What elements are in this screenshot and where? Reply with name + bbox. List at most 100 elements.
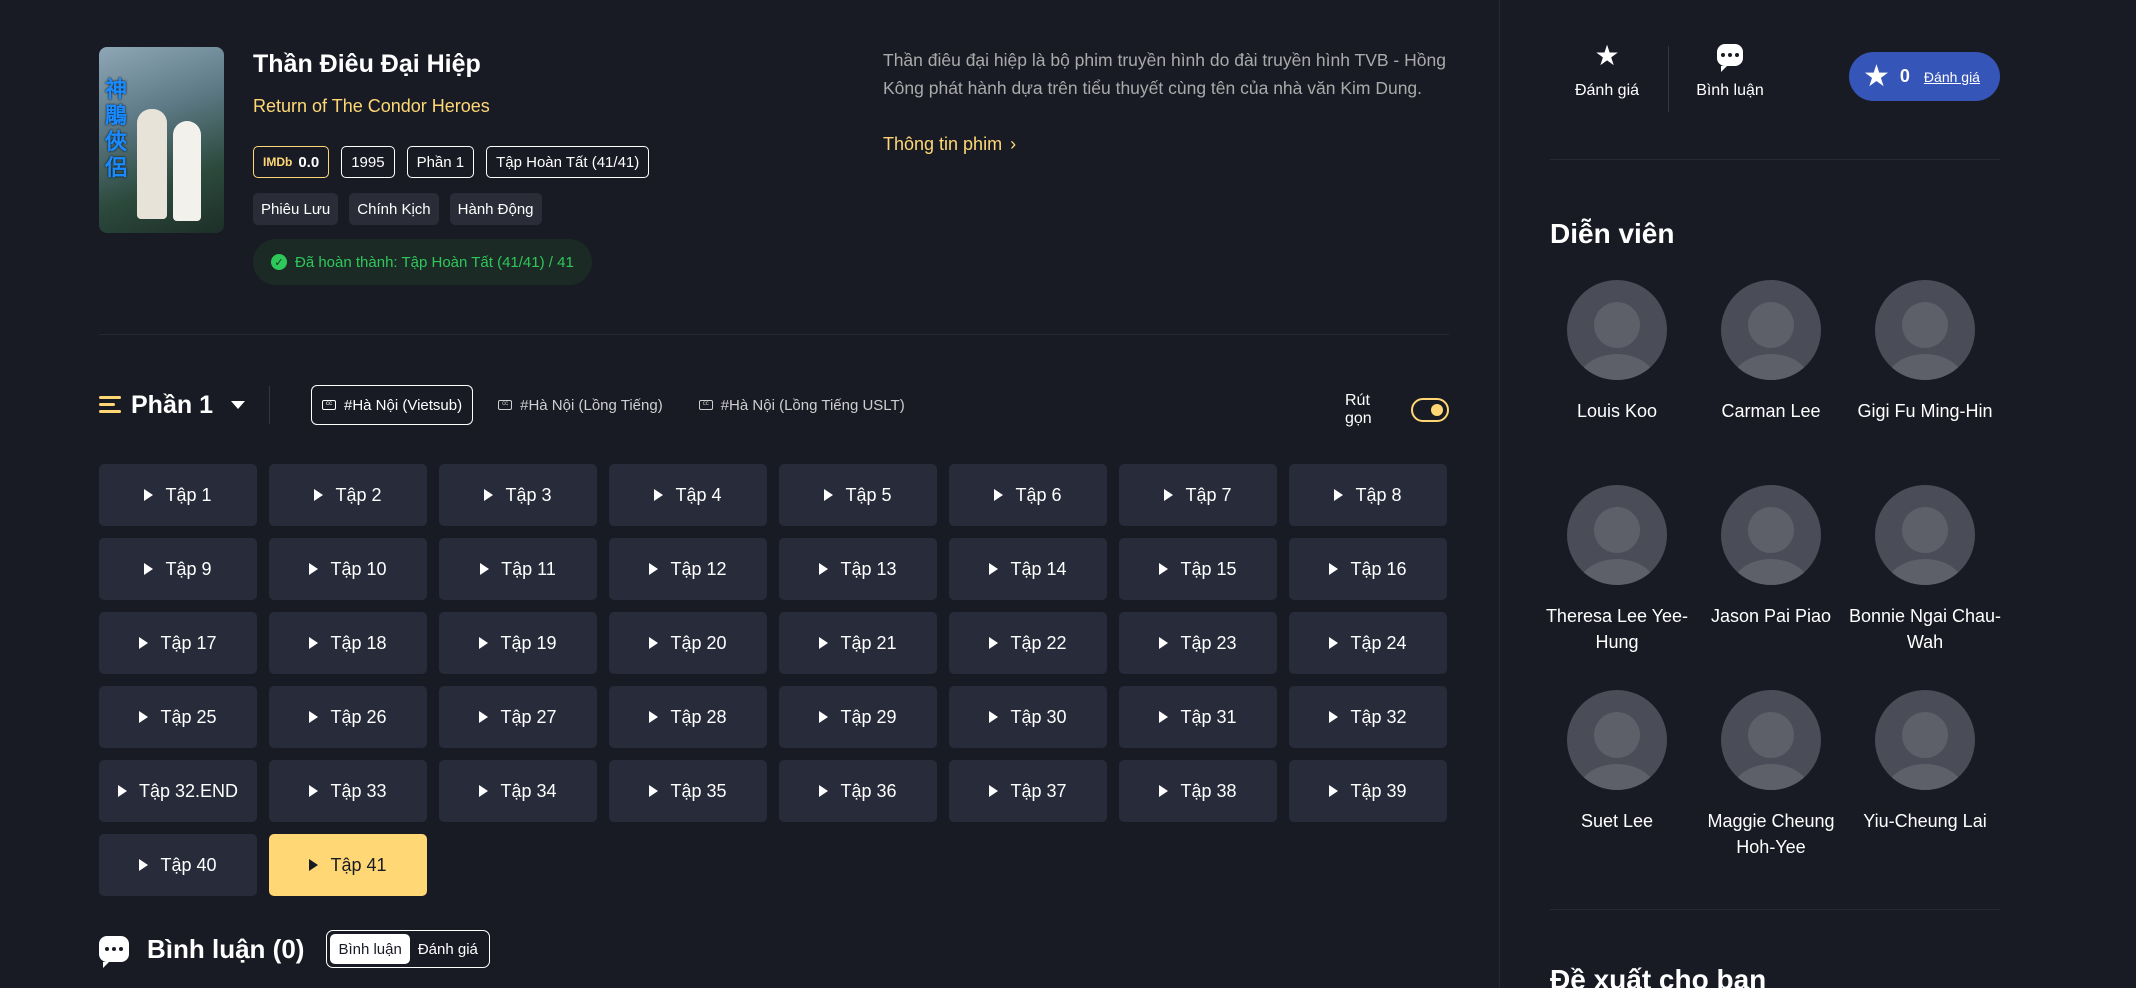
episode-button[interactable]: Tập 14 — [949, 538, 1107, 600]
episode-button[interactable]: Tập 21 — [779, 612, 937, 674]
play-icon — [819, 563, 829, 575]
genre-tag[interactable]: Phiêu Lưu — [253, 193, 339, 225]
episode-button[interactable]: Tập 32 — [1289, 686, 1447, 748]
episode-button[interactable]: Tập 8 — [1289, 464, 1447, 526]
episode-button[interactable]: Tập 5 — [779, 464, 937, 526]
play-icon — [139, 859, 149, 871]
episode-button[interactable]: Tập 13 — [779, 538, 937, 600]
episode-button[interactable]: Tập 30 — [949, 686, 1107, 748]
server-option-dub-uslt[interactable]: cc #Hà Nội (Lồng Tiếng USLT) — [688, 385, 916, 425]
episode-button[interactable]: Tập 9 — [99, 538, 257, 600]
sidebar-divider — [1550, 909, 2000, 910]
episode-button[interactable]: Tập 22 — [949, 612, 1107, 674]
episode-button[interactable]: Tập 16 — [1289, 538, 1447, 600]
year-tag: 1995 — [341, 146, 395, 178]
episode-button[interactable]: Tập 10 — [269, 538, 427, 600]
episode-button[interactable]: Tập 29 — [779, 686, 937, 748]
episode-button[interactable]: Tập 25 — [99, 686, 257, 748]
cast-member[interactable]: Bonnie Ngai Chau-Wah — [1848, 485, 2002, 690]
imdb-label: IMDb — [263, 155, 293, 169]
more-info-link[interactable]: Thông tin phim › — [883, 134, 1016, 155]
episode-button[interactable]: Tập 24 — [1289, 612, 1447, 674]
server-option-vietsub[interactable]: cc #Hà Nội (Vietsub) — [311, 385, 474, 425]
episode-button[interactable]: Tập 19 — [439, 612, 597, 674]
episode-button[interactable]: Tập 40 — [99, 834, 257, 896]
play-icon — [484, 489, 494, 501]
server-list: cc #Hà Nội (Vietsub) cc #Hà Nội (Lồng Ti… — [311, 385, 916, 425]
episode-button[interactable]: Tập 20 — [609, 612, 767, 674]
episode-button[interactable]: Tập 1 — [99, 464, 257, 526]
episode-button[interactable]: Tập 34 — [439, 760, 597, 822]
play-icon — [649, 785, 659, 797]
episode-button[interactable]: Tập 39 — [1289, 760, 1447, 822]
movie-tags: IMDb 0.0 1995 Phần 1 Tập Hoàn Tất (41/41… — [253, 146, 650, 178]
episode-button[interactable]: Tập 31 — [1119, 686, 1277, 748]
cast-member[interactable]: Carman Lee — [1694, 280, 1848, 485]
genre-tag[interactable]: Chính Kịch — [349, 193, 439, 225]
comment-button[interactable]: Bình luận — [1673, 40, 1787, 100]
episode-button[interactable]: Tập 18 — [269, 612, 427, 674]
episode-button[interactable]: Tập 36 — [779, 760, 937, 822]
cast-name: Carman Lee — [1721, 401, 1821, 421]
movie-poster[interactable]: 神鵰俠侶 — [99, 47, 224, 233]
season-selector[interactable]: Phần 1 — [99, 388, 245, 422]
server-option-dub[interactable]: cc #Hà Nội (Lồng Tiếng) — [487, 385, 674, 425]
episode-button[interactable]: Tập 37 — [949, 760, 1107, 822]
caret-down-icon — [230, 401, 245, 409]
cast-member[interactable]: Theresa Lee Yee-Hung — [1540, 485, 1694, 690]
poster-title-glyphs: 神鵰俠侶 — [105, 77, 128, 181]
main-content: 神鵰俠侶 Thần Điêu Đại Hiệp Return of The Co… — [99, 0, 1449, 988]
movie-description: Thần điêu đại hiệp là bộ phim truyền hìn… — [883, 50, 1446, 98]
cast-member[interactable]: Louis Koo — [1540, 280, 1694, 485]
episode-label: Tập 11 — [501, 558, 556, 579]
play-icon — [819, 637, 829, 649]
episode-button[interactable]: Tập 33 — [269, 760, 427, 822]
episode-button[interactable]: Tập 6 — [949, 464, 1107, 526]
season-label: Phần 1 — [131, 390, 213, 419]
episode-label: Tập 10 — [330, 558, 387, 579]
play-icon — [989, 785, 999, 797]
play-icon — [479, 637, 489, 649]
episode-button[interactable]: Tập 27 — [439, 686, 597, 748]
tab-comments[interactable]: Bình luận — [330, 934, 410, 964]
episode-button[interactable]: Tập 32.END — [99, 760, 257, 822]
star-icon: ★ — [1863, 59, 1890, 93]
episode-label: Tập 23 — [1180, 632, 1237, 653]
episode-button[interactable]: Tập 12 — [609, 538, 767, 600]
genre-tag[interactable]: Hành Động — [449, 193, 542, 225]
avatar — [1875, 485, 1975, 585]
sidebar-divider — [1550, 159, 2000, 160]
episode-button[interactable]: Tập 11 — [439, 538, 597, 600]
compact-toggle-group: Rút gọn — [1345, 392, 1449, 428]
episode-button[interactable]: Tập 2 — [269, 464, 427, 526]
episode-button[interactable]: Tập 41 — [269, 834, 427, 896]
cast-grid: Louis Koo Carman Lee Gigi Fu Ming-Hin There… — [1540, 280, 2010, 885]
episode-button[interactable]: Tập 3 — [439, 464, 597, 526]
imdb-badge: IMDb 0.0 — [253, 146, 330, 178]
rate-button[interactable]: ★ Đánh giá — [1550, 40, 1664, 100]
compact-toggle[interactable] — [1410, 398, 1449, 422]
cast-member[interactable]: Suet Lee — [1540, 690, 1694, 885]
episode-button[interactable]: Tập 4 — [609, 464, 767, 526]
tab-reviews[interactable]: Đánh giá — [410, 934, 486, 964]
episode-button[interactable]: Tập 7 — [1119, 464, 1277, 526]
episode-label: Tập 28 — [670, 706, 727, 727]
play-icon — [1159, 637, 1169, 649]
episode-button[interactable]: Tập 15 — [1119, 538, 1277, 600]
episode-label: Tập 4 — [675, 484, 722, 505]
episode-button[interactable]: Tập 28 — [609, 686, 767, 748]
rating-link[interactable]: Đánh giá — [1924, 69, 1980, 85]
episode-button[interactable]: Tập 17 — [99, 612, 257, 674]
cast-member[interactable]: Yiu-Cheung Lai — [1848, 690, 2002, 885]
episode-button[interactable]: Tập 38 — [1119, 760, 1277, 822]
rating-pill[interactable]: ★ 0 Đánh giá — [1849, 52, 2000, 101]
chat-bubble-icon — [1717, 40, 1743, 72]
play-icon — [989, 711, 999, 723]
cast-member[interactable]: Maggie Cheung Hoh-Yee — [1694, 690, 1848, 885]
cast-member[interactable]: Gigi Fu Ming-Hin — [1848, 280, 2002, 485]
movie-subtitle: Return of The Condor Heroes — [253, 96, 490, 116]
episode-button[interactable]: Tập 35 — [609, 760, 767, 822]
cast-member[interactable]: Jason Pai Piao — [1694, 485, 1848, 690]
episode-button[interactable]: Tập 23 — [1119, 612, 1277, 674]
episode-button[interactable]: Tập 26 — [269, 686, 427, 748]
